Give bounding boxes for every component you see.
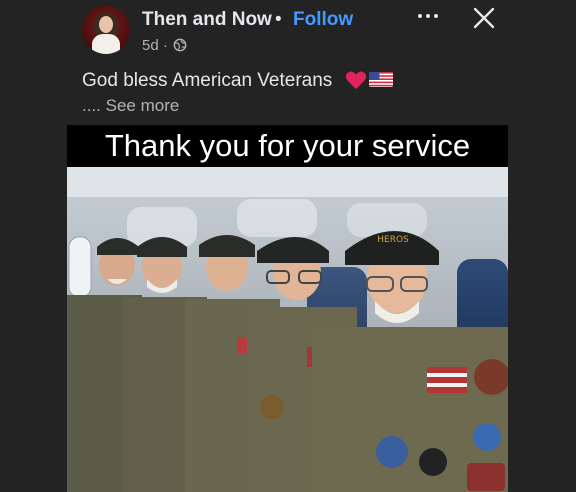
post-timestamp[interactable]: 5d · [142,37,168,54]
post-caption: God bless American Veterans [82,70,333,91]
avatar-dress [92,34,120,54]
red-heart-icon [345,71,367,90]
us-flag-icon [369,72,393,87]
page-avatar[interactable] [82,6,130,54]
page-name-link[interactable]: Then and Now [142,9,272,31]
follow-button[interactable]: Follow [293,9,353,31]
more-options-icon[interactable] [416,8,440,24]
see-more-link[interactable]: .... See more [82,96,179,116]
globe-icon [173,38,187,52]
image-banner-text: Thank you for your service [67,125,508,167]
avatar-face [99,16,113,33]
cap-text: HEROS [377,235,409,245]
veterans-photo[interactable]: HEROS [67,167,508,492]
close-icon[interactable] [471,5,497,31]
header-separator: • [275,9,282,30]
